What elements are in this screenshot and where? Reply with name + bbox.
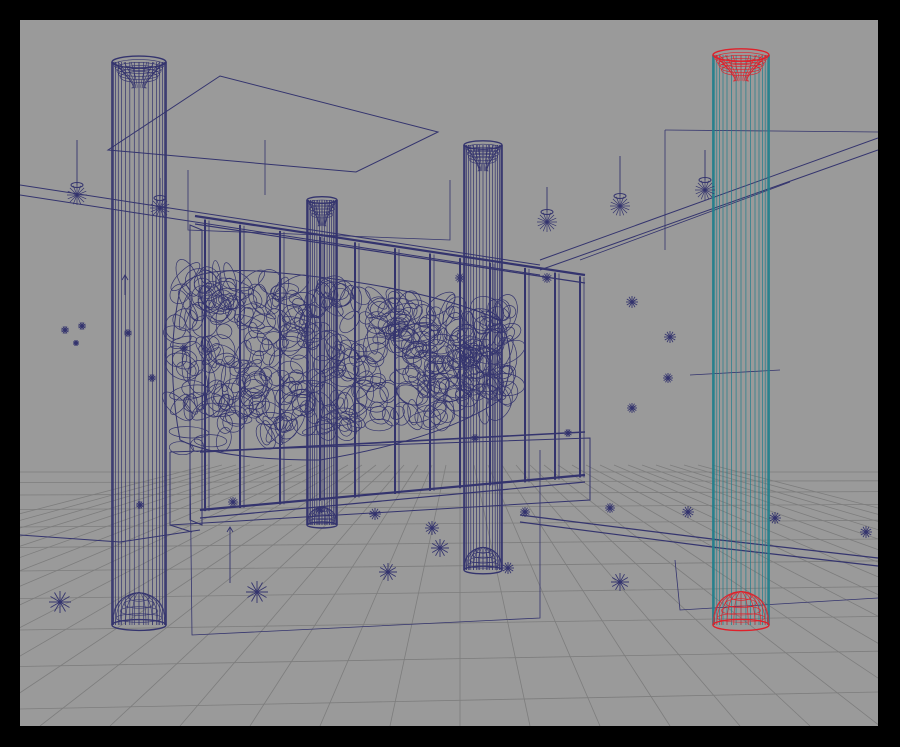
grid-line: [20, 464, 209, 515]
column-center-back[interactable]: [306, 195, 338, 529]
foliage-loop: [365, 286, 388, 310]
grid-line: [697, 464, 878, 515]
grid-line: [20, 560, 878, 572]
point-light-icon: [502, 562, 514, 574]
foliage-loop: [291, 404, 318, 437]
point-light-icon: [73, 340, 79, 346]
grid-line: [487, 464, 601, 726]
point-light-icon: [228, 497, 238, 507]
grid-line: [39, 464, 377, 726]
foliage-loop: [222, 410, 246, 433]
point-light-icon: [431, 539, 449, 557]
spotlight-icon: [695, 150, 715, 200]
window-bottom-bar-inner: [199, 481, 586, 519]
grid-line: [543, 464, 878, 725]
ceiling-wire: [579, 181, 791, 261]
point-light-icon: [471, 434, 479, 442]
ceiling-wire: [187, 170, 451, 241]
spotlight-icon: [150, 178, 170, 218]
window-top-bar: [194, 214, 586, 277]
foliage-loop: [198, 402, 236, 417]
foliage-loop: [176, 361, 197, 378]
point-light-icon: [49, 591, 71, 613]
point-light-icon: [78, 322, 86, 330]
grid-line: [585, 464, 878, 617]
point-light-icon: [246, 581, 268, 603]
foliage-loop: [298, 305, 312, 334]
floor-rail: [519, 521, 878, 567]
floor-wire: [689, 369, 781, 376]
column-selected[interactable]: [712, 48, 770, 632]
perspective-viewport[interactable]: [20, 20, 878, 726]
foliage-loop: [170, 262, 201, 292]
grid-line: [571, 464, 878, 644]
spotlight-icon: [610, 156, 630, 216]
point-light-icon: [369, 508, 381, 520]
point-light-icon: [627, 403, 637, 413]
foliage-loop: [269, 348, 283, 368]
foliage-loop: [244, 330, 270, 356]
foliage-loop: [168, 426, 210, 439]
point-light-icon: [564, 429, 572, 437]
window-top-bar-inner: [194, 223, 586, 284]
grid-line: [20, 650, 878, 667]
foliage-loop: [161, 391, 193, 422]
foliage-loop: [199, 266, 221, 288]
grid-line: [20, 616, 878, 631]
point-light-icon: [626, 296, 638, 308]
foliage-loop: [407, 399, 419, 426]
grid-line: [641, 464, 878, 551]
point-light-icon: [425, 521, 439, 535]
point-light-icon: [148, 374, 156, 382]
foliage-loop: [193, 434, 228, 448]
spotlight-icon: [67, 140, 87, 205]
grid-line: [599, 464, 878, 596]
point-light-icon: [542, 273, 552, 283]
grid-line: [20, 519, 878, 528]
point-light-icon: [605, 503, 615, 513]
foliage-loop: [414, 405, 442, 430]
foliage-loop: [170, 393, 190, 415]
point-light-icon: [180, 344, 188, 352]
point-light-icon: [379, 563, 397, 581]
foliage-loop: [370, 373, 386, 389]
point-light-icon: [664, 331, 676, 343]
grid-line: [389, 464, 447, 726]
grid-line: [20, 464, 349, 657]
point-light-icon: [611, 573, 629, 591]
ceiling-wire: [664, 129, 878, 133]
grid-line: [20, 464, 335, 629]
point-light-icon: [663, 373, 673, 383]
foliage-loop: [365, 418, 393, 432]
ceiling-beam-line: [539, 149, 878, 271]
point-light-icon: [61, 326, 69, 334]
grid-line: [20, 480, 878, 483]
ceiling-panel-outline: [106, 75, 440, 173]
floor-wire-box: [674, 559, 878, 611]
locator-icon: [121, 274, 129, 295]
grid-line: [529, 464, 811, 726]
wireframe-scene[interactable]: [20, 20, 878, 726]
viewport-frame: [0, 0, 900, 747]
point-light-icon: [136, 501, 144, 509]
spotlight-icon: [537, 187, 557, 232]
foliage-loop: [423, 380, 442, 394]
grid-line: [20, 691, 878, 710]
foliage-loop: [377, 297, 418, 324]
